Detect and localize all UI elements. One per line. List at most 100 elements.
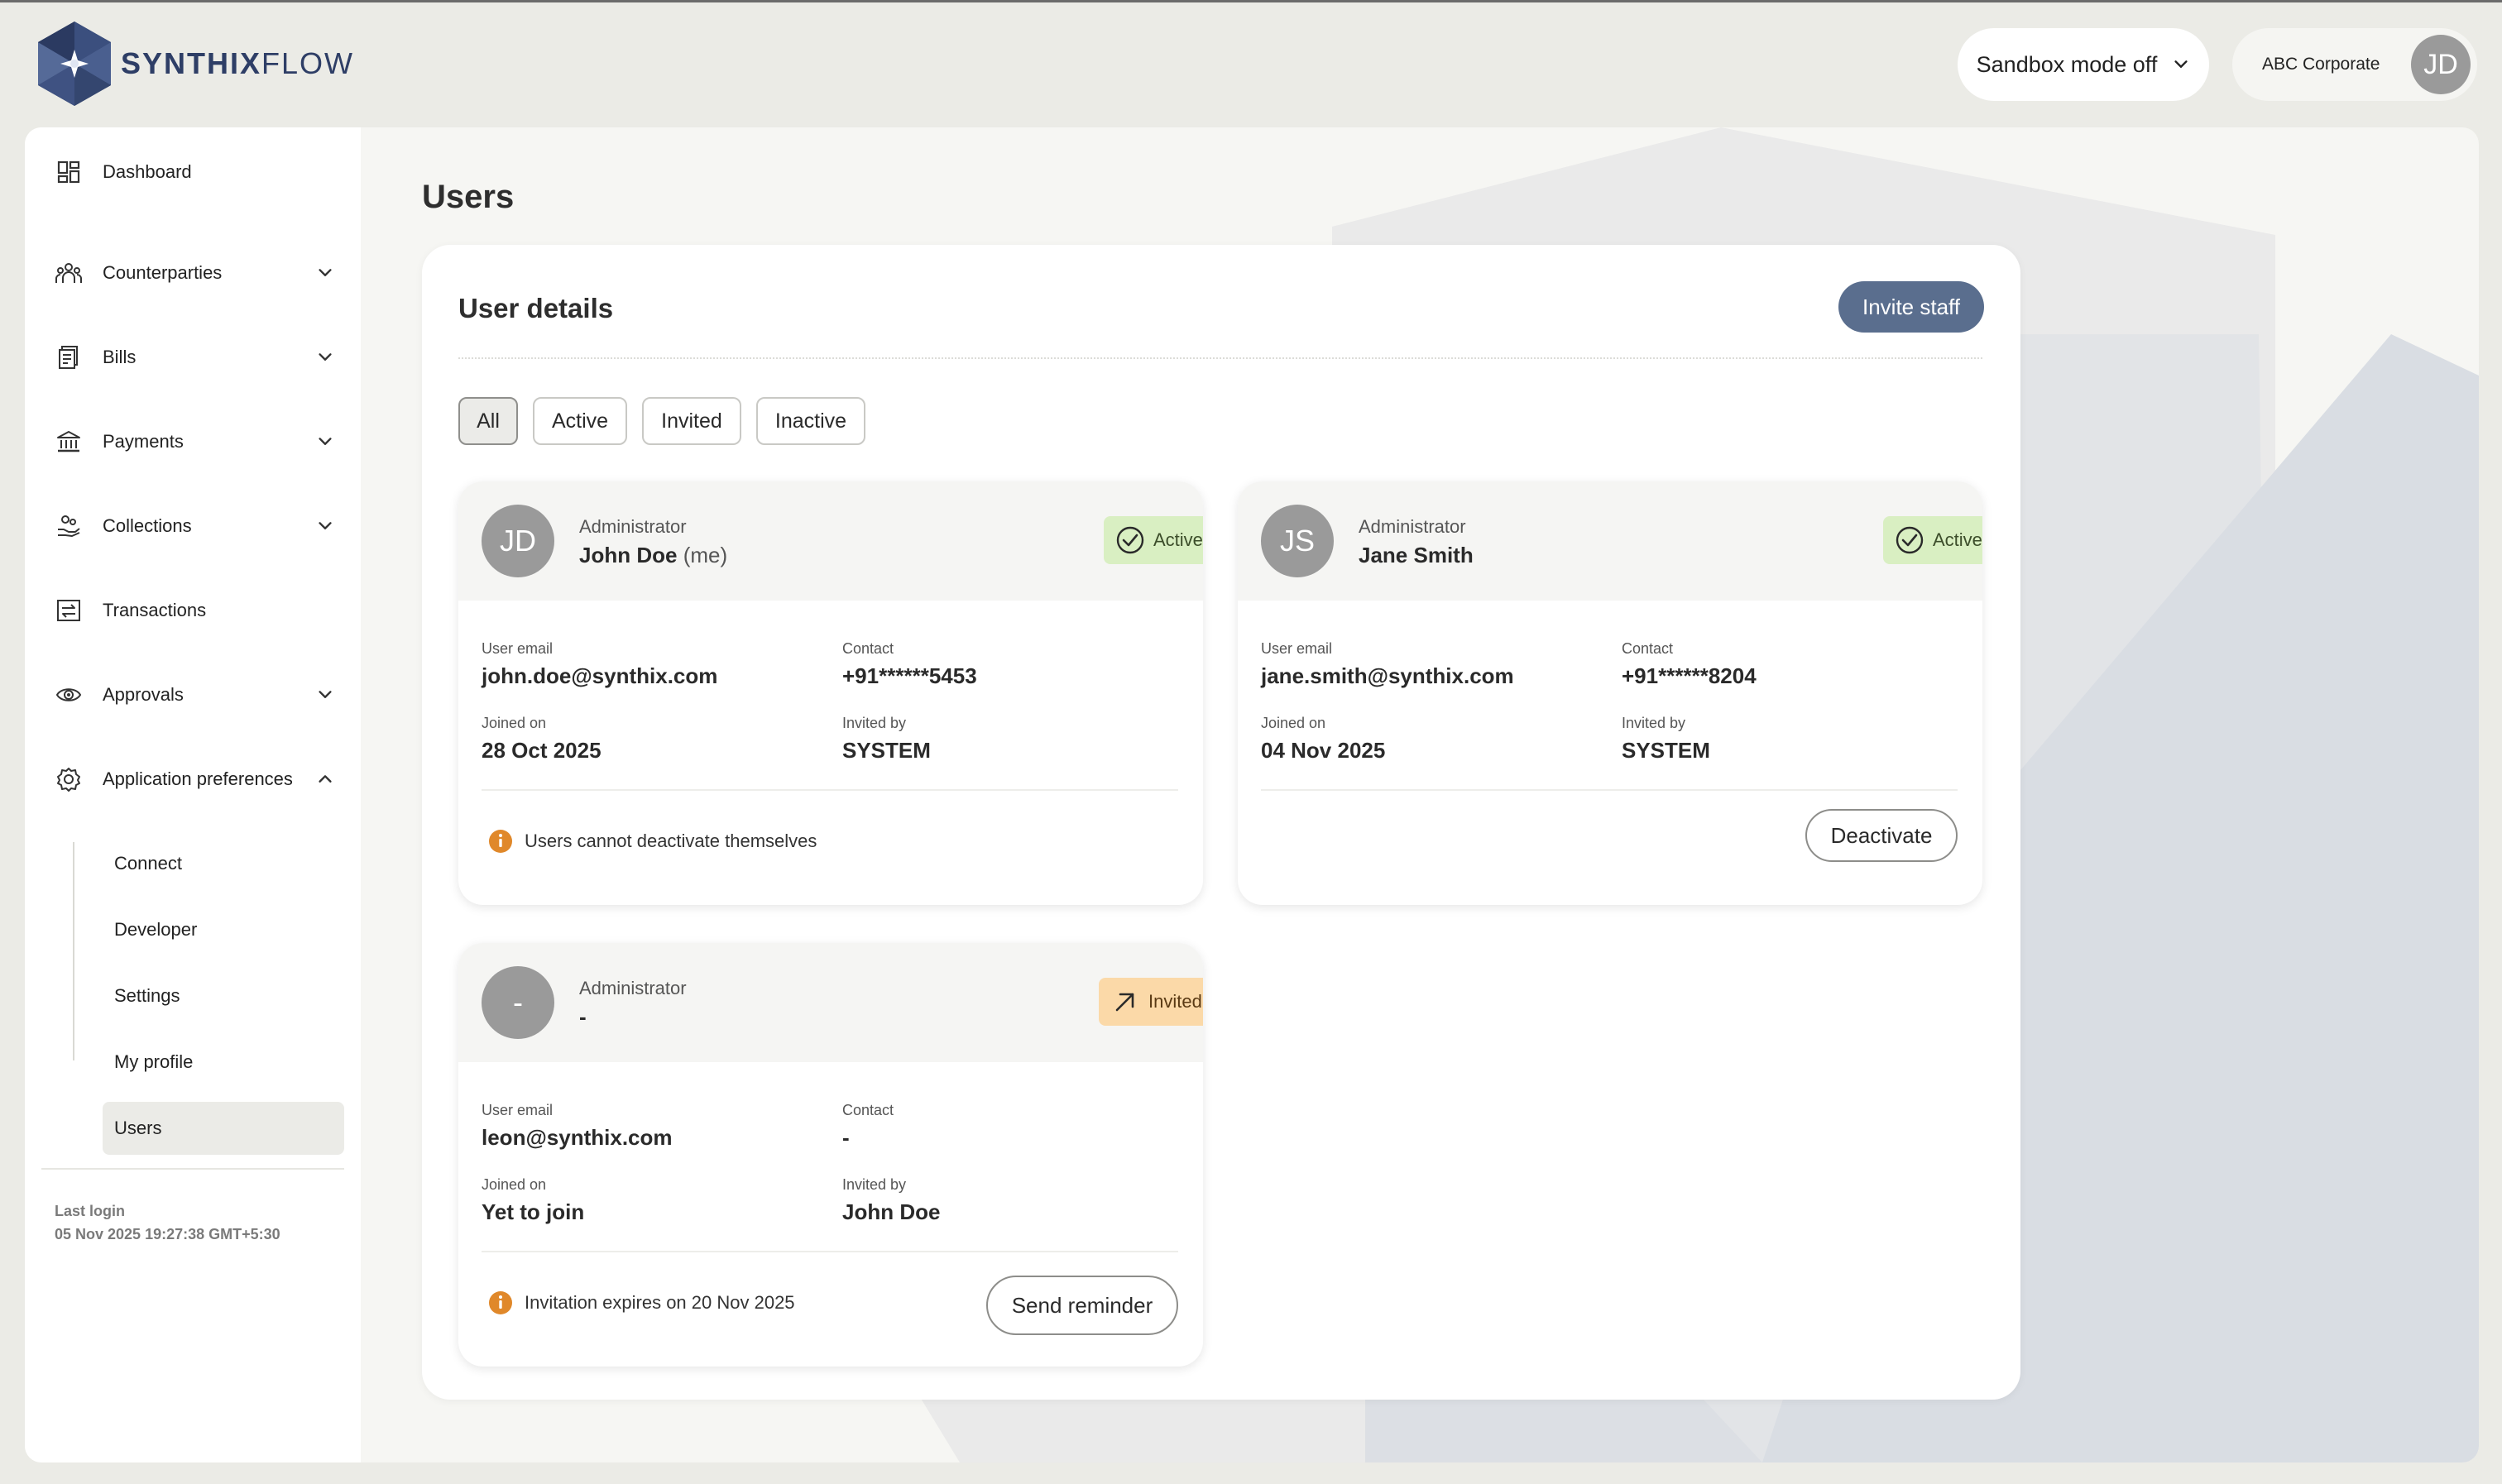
people-icon: [55, 259, 83, 287]
sidebar-subitem-developer[interactable]: Developer: [103, 903, 344, 956]
sidebar-item-application-preferences[interactable]: Application preferences: [55, 754, 348, 804]
user-card-header: [458, 481, 1203, 601]
chevron-down-icon: [2174, 60, 2188, 68]
user-email: leon@synthix.com: [482, 1125, 673, 1150]
avatar: JD: [482, 505, 554, 577]
card-divider: [482, 1251, 1178, 1252]
filter-inactive[interactable]: Inactive: [756, 397, 865, 445]
sandbox-mode-label: Sandbox mode off: [1976, 51, 2158, 77]
chevron-down-icon: [319, 522, 332, 529]
user-contact: +91******8204: [1622, 663, 1757, 688]
chevron-down-icon: [319, 691, 332, 698]
user-details-panel: User details Invite staff All Active Inv…: [422, 245, 2020, 1400]
user-card: - Administrator - Invited User email leo…: [458, 943, 1203, 1367]
sidebar-subitem-my-profile[interactable]: My profile: [103, 1036, 344, 1089]
status-badge: Active: [1883, 516, 1982, 564]
user-contact: +91******5453: [842, 663, 977, 688]
sidebar-item-counterparties[interactable]: Counterparties: [55, 248, 348, 298]
sidebar: Dashboard Counterparties Bills Payments: [25, 127, 361, 1462]
field-label-joined: Joined on: [482, 715, 547, 731]
field-label-email: User email: [482, 1102, 554, 1118]
field-label-invited-by: Invited by: [842, 1176, 907, 1193]
status-badge-label: Invited: [1148, 991, 1202, 1012]
sidebar-item-payments[interactable]: Payments: [55, 417, 348, 467]
status-badge-label: Active: [1933, 529, 1982, 550]
user-invited-by: John Doe: [842, 1199, 941, 1224]
eye-icon: [55, 681, 83, 709]
user-email: john.doe@synthix.com: [482, 663, 718, 688]
page-title: Users: [422, 179, 515, 215]
filter-all[interactable]: All: [458, 397, 518, 445]
account-avatar[interactable]: JD: [2411, 35, 2471, 94]
user-invited-by: SYSTEM: [1622, 738, 1710, 763]
panel-title: User details: [458, 293, 614, 323]
submenu-guide-line: [73, 842, 74, 1060]
user-role: Administrator: [579, 516, 687, 537]
field-label-joined: Joined on: [482, 1176, 547, 1193]
sidebar-item-approvals[interactable]: Approvals: [55, 670, 348, 720]
account-menu[interactable]: ABC Corporate JD: [2232, 28, 2477, 101]
sandbox-mode-dropdown[interactable]: Sandbox mode off: [1958, 28, 2209, 101]
field-label-email: User email: [482, 640, 554, 657]
user-invited-by: SYSTEM: [842, 738, 931, 763]
collections-icon: [55, 512, 83, 540]
check-circle-icon: [1116, 526, 1144, 554]
user-card-header: [458, 943, 1203, 1062]
logo-wordmark: SYNTHIXFLOW: [121, 46, 354, 81]
user-joined-date: 28 Oct 2025: [482, 738, 602, 763]
avatar: JS: [1261, 505, 1334, 577]
app-frame: Dashboard Counterparties Bills Payments: [25, 127, 2479, 1462]
user-card-header: [1238, 481, 1982, 601]
sidebar-subitem-settings[interactable]: Settings: [103, 969, 344, 1022]
sidebar-item-label: Application preferences: [103, 768, 293, 789]
chevron-down-icon: [319, 353, 332, 361]
last-login-label: Last login: [55, 1203, 125, 1219]
card-divider: [482, 789, 1178, 791]
sidebar-divider: [41, 1168, 344, 1170]
card-note: Users cannot deactivate themselves: [488, 829, 817, 854]
sidebar-item-label: Dashboard: [103, 161, 192, 182]
field-label-joined: Joined on: [1261, 715, 1326, 731]
field-label-invited-by: Invited by: [1622, 715, 1686, 731]
card-note-text: Invitation expires on 20 Nov 2025: [525, 1292, 795, 1313]
sidebar-subitem-users[interactable]: Users: [103, 1102, 344, 1155]
chevron-down-icon: [319, 438, 332, 445]
user-name: -: [579, 1004, 587, 1029]
send-reminder-button[interactable]: Send reminder: [986, 1276, 1178, 1335]
card-note-text: Users cannot deactivate themselves: [525, 831, 817, 851]
sidebar-item-dashboard[interactable]: Dashboard: [55, 147, 348, 197]
gear-icon: [55, 765, 83, 793]
synthixflow-logo[interactable]: SYNTHIXFLOW: [35, 20, 354, 108]
sidebar-item-collections[interactable]: Collections: [55, 501, 348, 551]
sidebar-item-transactions[interactable]: Transactions: [55, 586, 348, 635]
field-label-email: User email: [1261, 640, 1333, 657]
field-label-contact: Contact: [842, 640, 894, 657]
field-label-contact: Contact: [1622, 640, 1674, 657]
user-role: Administrator: [1359, 516, 1466, 537]
field-label-invited-by: Invited by: [842, 715, 907, 731]
invite-staff-button[interactable]: Invite staff: [1838, 281, 1984, 333]
user-card: JS Administrator Jane Smith Active User …: [1238, 481, 1982, 905]
field-label-contact: Contact: [842, 1102, 894, 1118]
sidebar-item-label: Counterparties: [103, 262, 223, 283]
user-name-text: John Doe: [579, 543, 678, 567]
chevron-up-icon: [319, 775, 332, 783]
filter-active[interactable]: Active: [533, 397, 627, 445]
deactivate-button[interactable]: Deactivate: [1805, 809, 1958, 862]
user-name-suffix: (me): [683, 543, 728, 567]
filter-invited[interactable]: Invited: [642, 397, 741, 445]
sidebar-item-label: Transactions: [103, 600, 207, 620]
top-border: [0, 0, 2502, 2]
panel-divider: [458, 357, 1982, 359]
user-card: JD Administrator John Doe (me) Active Us…: [458, 481, 1203, 905]
sidebar-item-label: Collections: [103, 515, 192, 536]
avatar: -: [482, 966, 554, 1039]
sidebar-subitem-connect[interactable]: Connect: [103, 837, 344, 890]
sidebar-item-bills[interactable]: Bills: [55, 333, 348, 382]
status-badge-label: Active: [1153, 529, 1203, 550]
user-joined-date: Yet to join: [482, 1199, 585, 1224]
user-role: Administrator: [579, 978, 687, 998]
bank-icon: [55, 428, 83, 456]
hexagon-logo-icon: [38, 22, 111, 106]
transactions-icon: [55, 596, 83, 625]
